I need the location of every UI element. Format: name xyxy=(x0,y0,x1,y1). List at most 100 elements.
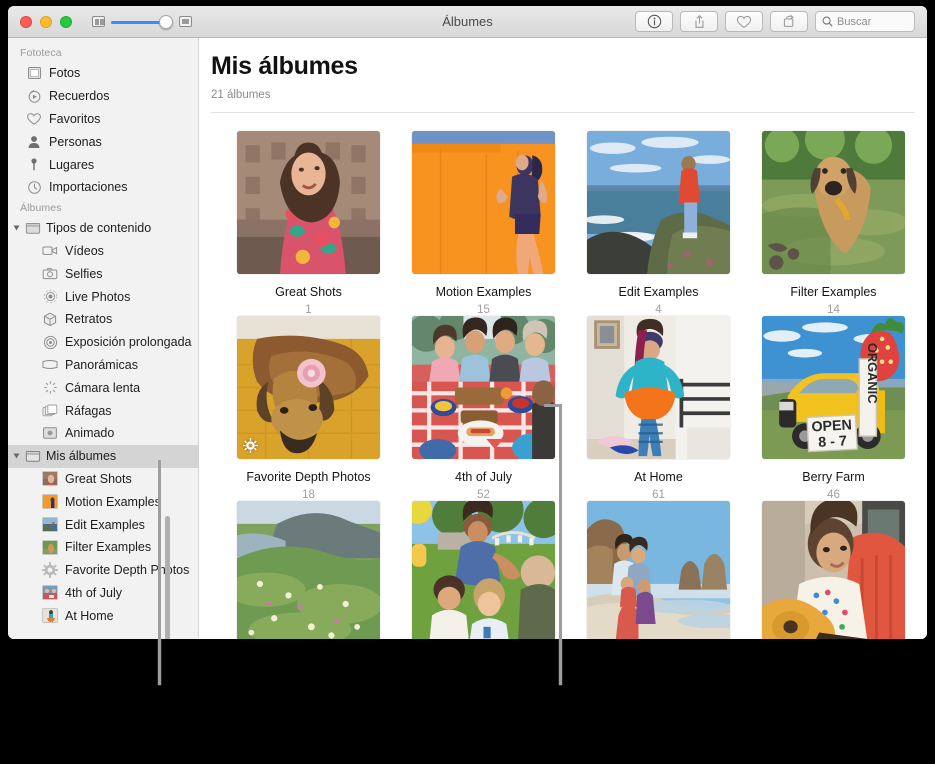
panorama-icon xyxy=(42,357,58,373)
album-caption: Berry Farm 46 xyxy=(746,470,921,501)
album-artwork xyxy=(412,131,555,274)
heart-icon xyxy=(26,111,42,127)
album-tile-row3-4[interactable] xyxy=(762,501,905,639)
sidebar-item-videos[interactable]: Vídeos xyxy=(8,240,198,263)
album-cell[interactable]: Edit Examples 4 xyxy=(571,131,746,316)
zoom-button[interactable] xyxy=(60,15,72,28)
album-thumbnail-icon xyxy=(42,494,58,510)
album-cell[interactable] xyxy=(396,501,571,639)
chevron-down-icon[interactable] xyxy=(13,453,20,459)
album-tile-row3-3[interactable] xyxy=(587,501,730,639)
sidebar-item-exposicion-prolongada[interactable]: Exposición prolongada xyxy=(8,331,198,354)
folder-icon xyxy=(25,448,41,464)
sidebar-item-label: Exposición prolongada xyxy=(65,335,192,350)
album-cell[interactable]: At Home 61 xyxy=(571,316,746,501)
thumbnail-large-icon[interactable] xyxy=(179,16,192,27)
album-artwork xyxy=(237,501,380,639)
sidebar-item-panoramicas[interactable]: Panorámicas xyxy=(8,354,198,377)
album-cell[interactable]: Favorite Depth Photos 18 xyxy=(221,316,396,501)
album-tile-great-shots[interactable] xyxy=(237,131,380,274)
sidebar-item-importaciones[interactable]: Importaciones xyxy=(8,176,198,199)
album-tile-filter-examples[interactable] xyxy=(762,131,905,274)
sidebar-section-header-albums: Álbumes xyxy=(20,201,62,214)
album-cell[interactable] xyxy=(571,501,746,639)
sidebar[interactable]: Fototeca Fotos Recuerdos Favoritos Perso… xyxy=(8,38,199,639)
sidebar-item-favoritos[interactable]: Favoritos xyxy=(8,108,198,131)
share-button[interactable] xyxy=(680,11,718,32)
toolbar-right-group: Buscar xyxy=(635,11,915,32)
album-cell[interactable] xyxy=(746,501,921,639)
chevron-down-icon[interactable] xyxy=(13,225,20,231)
zoom-slider-knob[interactable] xyxy=(159,14,173,29)
sidebar-group-mis-albumes[interactable]: Mis álbumes xyxy=(8,444,198,468)
album-artwork xyxy=(762,131,905,274)
sidebar-item-retratos[interactable]: Retratos xyxy=(8,308,198,331)
sidebar-item-personas[interactable]: Personas xyxy=(8,130,198,153)
clock-icon xyxy=(26,179,42,195)
thumbnail-small-icon[interactable] xyxy=(92,16,105,27)
sidebar-group-tipos-de-contenido[interactable]: Tipos de contenido xyxy=(8,217,198,240)
sidebar-item-label: Live Photos xyxy=(65,289,131,304)
sidebar-item-rafagas[interactable]: Ráfagas xyxy=(8,399,198,422)
sidebar-item-live-photos[interactable]: Live Photos xyxy=(8,285,198,308)
sidebar-item-label: Animado xyxy=(65,426,115,441)
zoom-slider[interactable] xyxy=(111,14,173,29)
album-tile-row3-1[interactable] xyxy=(237,501,380,639)
album-artwork xyxy=(412,501,555,639)
sidebar-item-lugares[interactable]: Lugares xyxy=(8,153,198,176)
depth-effect-icon xyxy=(243,438,258,453)
album-artwork xyxy=(587,131,730,274)
search-field[interactable]: Buscar xyxy=(815,11,915,32)
sidebar-item-fotos[interactable]: Fotos xyxy=(8,62,198,85)
search-placeholder: Buscar xyxy=(837,15,872,28)
album-cell[interactable]: ORGANIC OPEN 8 - 7 Berry Farm 46 xyxy=(746,316,921,501)
album-tile-edit-examples[interactable] xyxy=(587,131,730,274)
cube-icon xyxy=(42,311,58,327)
search-icon xyxy=(822,16,833,27)
thumbnail-zoom-control[interactable] xyxy=(92,14,192,29)
album-caption: At Home 61 xyxy=(571,470,746,501)
album-count: 61 xyxy=(652,489,665,501)
album-tile-4th-of-july[interactable] xyxy=(412,316,555,459)
sidebar-item-label: Recuerdos xyxy=(49,89,110,104)
sidebar-item-motion-examples[interactable]: Motion Examples xyxy=(8,490,198,513)
album-artwork xyxy=(762,501,905,639)
sidebar-scrollbar[interactable] xyxy=(165,516,170,639)
album-tile-motion-examples[interactable] xyxy=(412,131,555,274)
close-button[interactable] xyxy=(20,15,32,28)
heart-icon xyxy=(736,15,752,28)
sidebar-item-recuerdos[interactable]: Recuerdos xyxy=(8,85,198,108)
album-tile-at-home[interactable] xyxy=(587,316,730,459)
album-count: 15 xyxy=(477,304,490,316)
sidebar-item-camara-lenta[interactable]: Cámara lenta xyxy=(8,376,198,399)
minimize-button[interactable] xyxy=(40,15,52,28)
album-count: 4 xyxy=(655,304,662,316)
album-name: Great Shots xyxy=(275,285,342,299)
sidebar-item-great-shots[interactable]: Great Shots xyxy=(8,468,198,491)
album-cell[interactable]: Filter Examples 14 xyxy=(746,131,921,316)
album-artwork xyxy=(237,316,380,459)
svg-text:8 - 7: 8 - 7 xyxy=(818,433,847,450)
album-tile-row3-2[interactable] xyxy=(412,501,555,639)
info-button[interactable] xyxy=(635,11,673,32)
album-caption: Filter Examples 14 xyxy=(746,285,921,316)
rotate-button[interactable] xyxy=(770,11,808,32)
album-tile-favorite-depth-photos[interactable] xyxy=(237,316,380,459)
album-cell[interactable]: Great Shots 1 xyxy=(221,131,396,316)
album-thumbnail-icon xyxy=(42,517,58,533)
live-photo-icon xyxy=(42,289,58,305)
animated-icon xyxy=(42,425,58,441)
album-cell[interactable] xyxy=(221,501,396,639)
sidebar-item-selfies[interactable]: Selfies xyxy=(8,262,198,285)
album-name: Edit Examples xyxy=(618,285,699,299)
album-cell[interactable]: Motion Examples 15 xyxy=(396,131,571,316)
album-tile-berry-farm[interactable]: ORGANIC OPEN 8 - 7 xyxy=(762,316,905,459)
album-cell[interactable]: 4th of July 52 xyxy=(396,316,571,501)
sidebar-item-animado[interactable]: Animado xyxy=(8,422,198,445)
info-icon xyxy=(647,14,661,29)
sidebar-item-label: Personas xyxy=(49,134,102,149)
album-grid: Great Shots 1 Motion Examples 15 Edit Ex… xyxy=(199,113,927,639)
favorite-button[interactable] xyxy=(725,11,763,32)
burst-icon xyxy=(42,403,58,419)
sidebar-item-label: Lugares xyxy=(49,157,95,172)
